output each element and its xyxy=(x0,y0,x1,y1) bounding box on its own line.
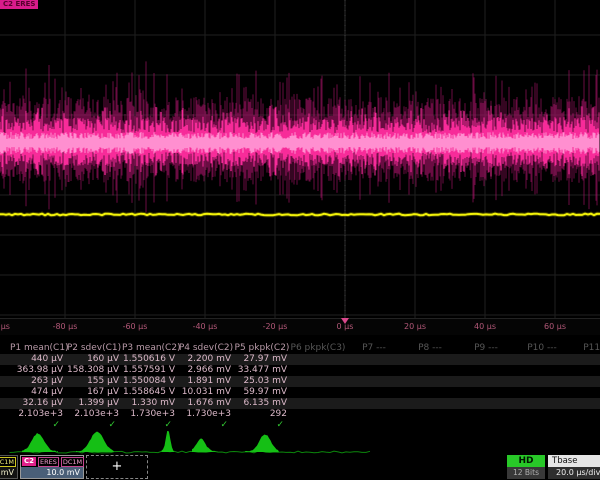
param-stat-value: 2.103e+3 xyxy=(66,409,122,420)
param-stat-value: 1.330 mV xyxy=(122,398,178,409)
hd-mode-badge[interactable]: HD 12 Bits xyxy=(507,455,545,479)
param-stat-value: 6.135 mV xyxy=(234,398,290,409)
param-stat-value: 2.103e+3 xyxy=(10,409,66,420)
time-axis-label: 20 µs xyxy=(392,322,438,331)
c2-eres-tag: ERES xyxy=(38,457,59,467)
c1-coupling-tag: DC1M xyxy=(0,457,16,467)
param-header-2[interactable]: P2 sdev(C1) xyxy=(66,343,122,354)
param-stat-value: 292 xyxy=(234,409,290,420)
param-stat-value: 1.550616 V xyxy=(122,354,178,365)
param-header-1[interactable]: P1 mean(C1) xyxy=(10,343,66,354)
histicon-P5[interactable] xyxy=(245,435,279,453)
c1-scale-value: 5.00 mV xyxy=(0,467,17,478)
time-axis-label: -80 µs xyxy=(42,322,88,331)
param-stat-value: 155 µV xyxy=(66,376,122,387)
param-stat-value: 59.97 mV xyxy=(234,387,290,398)
measurement-table: P1 mean(C1)440 µV363.98 µV263 µV474 µV32… xyxy=(0,342,600,432)
status-check-icon: ✓ xyxy=(122,420,178,431)
c2-channel-chip: C2 xyxy=(22,457,36,466)
status-check-icon: ✓ xyxy=(10,420,66,431)
tbase-title: Tbase xyxy=(548,455,600,467)
param-header-3[interactable]: P3 mean(C2) xyxy=(122,343,178,354)
channel-descriptor-c2[interactable]: C2 ERES DC1M 10.0 mV xyxy=(20,455,84,479)
c2-coupling-tag: DC1M xyxy=(61,457,84,467)
param-stat-value: 32.16 µV xyxy=(10,398,66,409)
param-stat-value: 27.97 mV xyxy=(234,354,290,365)
param-header-10[interactable]: P10 --- xyxy=(514,343,570,354)
param-stat-value: 10.031 mV xyxy=(178,387,234,398)
histicon-strip xyxy=(0,431,600,455)
param-header-5[interactable]: P5 pkpk(C2) xyxy=(234,343,290,354)
time-axis-label: 60 µs xyxy=(532,322,578,331)
param-stat-value: 263 µV xyxy=(10,376,66,387)
tbase-value: 20.0 µs/div xyxy=(548,467,600,479)
param-stat-value: 1.730e+3 xyxy=(178,409,234,420)
param-stat-value: 25.03 mV xyxy=(234,376,290,387)
trigger-time-marker[interactable] xyxy=(341,318,349,324)
param-stat-value: 474 µV xyxy=(10,387,66,398)
hd-label: HD xyxy=(507,455,545,467)
param-stat-value: 2.966 mV xyxy=(178,365,234,376)
histicon-baseline xyxy=(10,451,370,453)
oscilloscope-screen: C2 ERES -100 µs-80 µs-60 µs-40 µs-20 µs0… xyxy=(0,0,600,480)
param-header-7[interactable]: P7 --- xyxy=(346,343,402,354)
param-stat-value: 158.308 µV xyxy=(66,365,122,376)
c2-scale-value: 10.0 mV xyxy=(21,467,83,478)
param-header-6[interactable]: P6 pkpk(C3) xyxy=(290,343,346,354)
trace-label-badge: C2 ERES xyxy=(0,0,38,9)
timebase-descriptor[interactable]: Tbase 20.0 µs/div xyxy=(548,455,600,479)
histicon-P2[interactable] xyxy=(76,432,114,453)
param-stat-value: 1.557591 V xyxy=(122,365,178,376)
param-stat-value: 440 µV xyxy=(10,354,66,365)
param-header-9[interactable]: P9 --- xyxy=(458,343,514,354)
histicon-P4[interactable] xyxy=(192,438,218,452)
param-header-8[interactable]: P8 --- xyxy=(402,343,458,354)
hd-bits-label: 12 Bits xyxy=(507,467,545,479)
time-axis-label: -100 µs xyxy=(0,322,18,331)
status-check-icon: ✓ xyxy=(66,420,122,431)
time-axis-label: 40 µs xyxy=(462,322,508,331)
param-header-11[interactable]: P11 --- xyxy=(570,343,600,354)
channel-descriptor-c1[interactable]: DC1M 5.00 mV xyxy=(0,455,18,479)
time-axis-label: -40 µs xyxy=(182,322,228,331)
param-stat-value: 1.558645 V xyxy=(122,387,178,398)
param-stat-value: 1.550084 V xyxy=(122,376,178,387)
param-stat-value: 1.730e+3 xyxy=(122,409,178,420)
param-header-4[interactable]: P4 sdev(C2) xyxy=(178,343,234,354)
param-stat-value: 1.676 mV xyxy=(178,398,234,409)
param-stat-value: 1.399 µV xyxy=(66,398,122,409)
param-stat-value: 2.200 mV xyxy=(178,354,234,365)
add-trace-button[interactable]: + xyxy=(86,455,148,479)
descriptor-bar: DC1M 5.00 mV C2 ERES DC1M 10.0 mV + HD 1… xyxy=(0,455,600,480)
status-check-icon: ✓ xyxy=(234,420,290,431)
param-stat-value: 167 µV xyxy=(66,387,122,398)
status-check-icon: ✓ xyxy=(178,420,234,431)
param-stat-value: 1.891 mV xyxy=(178,376,234,387)
time-axis: -100 µs-80 µs-60 µs-40 µs-20 µs0 µs20 µs… xyxy=(0,318,600,335)
histicon-P1[interactable] xyxy=(22,433,58,452)
waveform-display[interactable] xyxy=(0,0,600,318)
histicon-P3[interactable] xyxy=(162,431,175,452)
time-axis-label: -60 µs xyxy=(112,322,158,331)
time-axis-label: -20 µs xyxy=(252,322,298,331)
param-stat-value: 160 µV xyxy=(66,354,122,365)
param-stat-value: 363.98 µV xyxy=(10,365,66,376)
param-stat-value: 33.477 mV xyxy=(234,365,290,376)
